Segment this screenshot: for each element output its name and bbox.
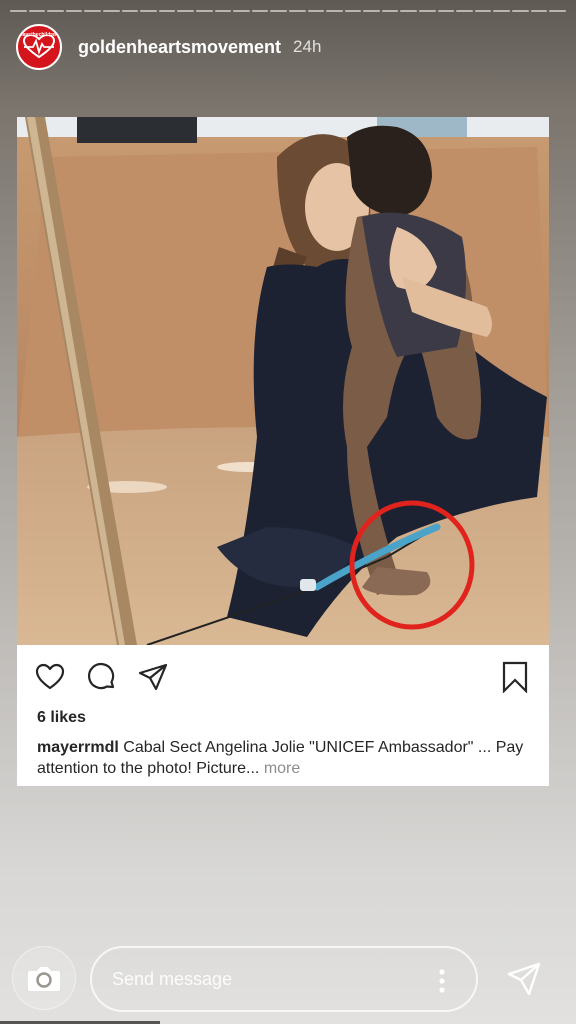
progress-segment [158,10,176,12]
progress-segment [363,10,380,12]
progress-segment [530,10,548,12]
progress-segment [10,10,27,12]
post-caption: mayerrmdl Cabal Sect Angelina Jolie "UNI… [37,737,532,779]
likes-count[interactable]: 6 likes [37,709,86,727]
account-avatar[interactable]: savethechildren [16,24,62,70]
story-progress-bar [10,10,566,13]
progress-segment [102,10,120,12]
progress-segment [47,10,64,12]
progress-segment [177,10,194,12]
progress-segment [84,10,101,12]
progress-segment [493,10,511,12]
progress-segment [251,10,269,12]
progress-segment [437,10,455,12]
progress-segment [140,10,157,12]
story-header: savethechildren goldenheartsmovement 24h [16,24,321,70]
send-icon[interactable] [507,962,541,996]
progress-segment [512,10,529,12]
camera-icon [28,967,60,991]
more-options-icon[interactable] [438,968,446,994]
progress-segment [65,10,83,12]
account-username[interactable]: goldenheartsmovement [78,37,281,58]
progress-segment [288,10,306,12]
story-timestamp: 24h [293,37,322,56]
share-icon[interactable] [137,661,169,693]
progress-segment [307,10,325,12]
progress-segment [400,10,418,12]
send-message-field[interactable] [90,946,478,1012]
progress-segment [121,10,139,12]
bookmark-icon[interactable] [499,661,531,693]
progress-segment [326,10,343,12]
camera-button[interactable] [12,946,76,1010]
comment-icon[interactable] [86,661,118,693]
post-card: 6 likes mayerrmdl Cabal Sect Angelina Jo… [17,117,549,786]
progress-segment [233,10,250,12]
progress-segment [214,10,232,12]
post-photo[interactable] [17,117,549,645]
caption-more-link[interactable]: more [264,760,300,777]
post-actions [17,645,549,705]
progress-segment [28,10,46,12]
progress-segment [344,10,362,12]
heart-icon[interactable] [34,661,66,693]
photo-illustration [17,117,549,645]
send-message-input[interactable] [112,968,412,990]
progress-segment [419,10,436,12]
progress-segment [270,10,287,12]
progress-segment [456,10,473,12]
progress-segment [474,10,492,12]
progress-segment [381,10,399,12]
progress-segment [549,10,566,12]
progress-segment [195,10,213,12]
heartbeat-icon [22,35,56,59]
avatar-brand-text: savethechildren [19,32,59,38]
reply-bar [0,946,576,1012]
caption-username[interactable]: mayerrmdl [37,739,119,756]
